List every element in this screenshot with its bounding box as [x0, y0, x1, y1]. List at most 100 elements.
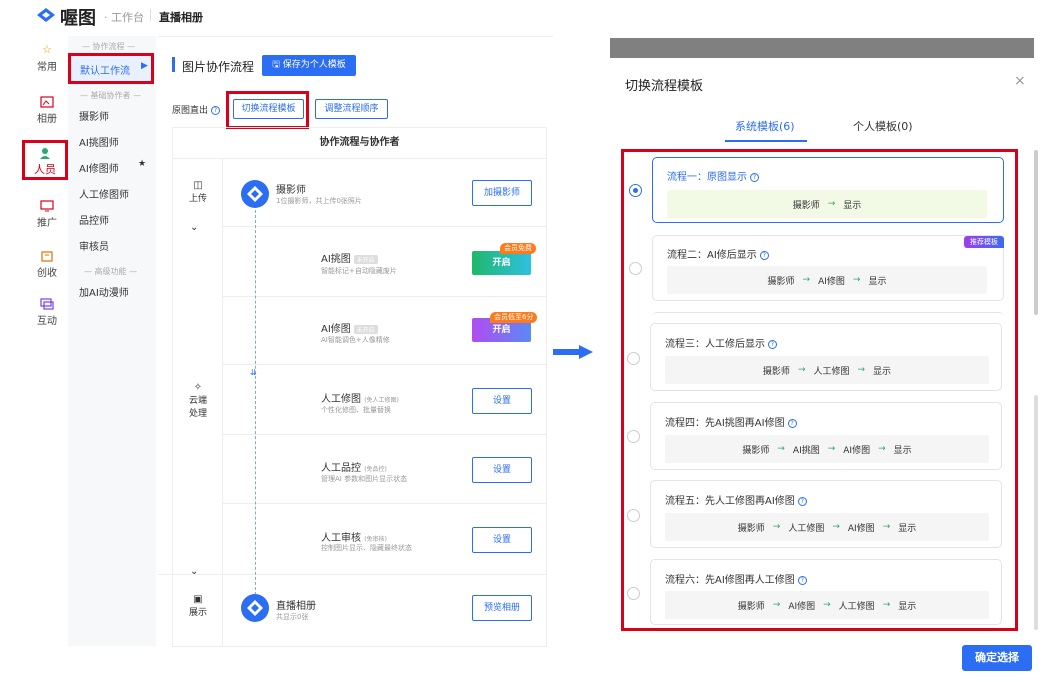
- template-card[interactable]: 流程四：先AI挑图再AI修图? 摄影师 → AI挑图 → AI修图 → 显示: [650, 402, 1002, 470]
- flow-step: AI修图: [818, 276, 845, 287]
- flow-step: 摄影师: [737, 523, 765, 534]
- help-icon[interactable]: ?: [787, 418, 797, 428]
- role-title: 人工修图 (免人工修图): [321, 390, 399, 405]
- flow-step: 摄影师: [742, 445, 770, 456]
- chevrons-down-icon: ⇊: [250, 368, 257, 377]
- help-icon[interactable]: ?: [797, 575, 807, 585]
- preview-album-button[interactable]: 预览相册: [472, 595, 532, 621]
- flow-step: 显示: [843, 200, 862, 211]
- confirm-select-button[interactable]: 确定选择: [962, 645, 1032, 671]
- template-radio[interactable]: [629, 184, 642, 197]
- star-icon: ★: [138, 159, 147, 169]
- template-card[interactable]: 流程三：人工修后显示? 摄影师 → 人工修图 → 显示: [650, 323, 1002, 391]
- close-icon[interactable]: ×: [1014, 73, 1026, 89]
- chevron-down-icon[interactable]: ⌄: [190, 222, 198, 233]
- camera-icon: ◫: [193, 180, 203, 191]
- dialog-top-overlay: [610, 38, 1034, 58]
- template-radio[interactable]: [627, 352, 640, 365]
- people-icon: [40, 148, 50, 159]
- template-card[interactable]: 流程五：先人工修图再AI修图? 摄影师 → 人工修图 → AI修图 → 显示: [650, 480, 1002, 548]
- role-title-text: 人工修图: [321, 394, 361, 405]
- rail-label: 人员: [34, 163, 56, 176]
- flow-step: 显示: [868, 276, 887, 287]
- template-title: 流程三：人工修后显示?: [665, 335, 777, 350]
- template-card[interactable]: 流程二：AI修后显示? 摄影师 → AI修图 → 显示: [652, 235, 1004, 301]
- template-radio[interactable]: [627, 430, 640, 443]
- template-title-text: 流程四：先AI挑图再AI修图: [665, 418, 785, 429]
- role-title: AI挑图 未开启: [321, 250, 378, 265]
- menu-item-qc[interactable]: 品控师: [79, 212, 109, 227]
- template-card[interactable]: 流程六：先AI修图再人工修图? 摄影师 → AI修图 → 人工修图 → 显示: [650, 559, 1002, 625]
- menu-item-manual-retouch[interactable]: 人工修图师: [79, 186, 129, 201]
- flow-connector-line: [255, 210, 256, 600]
- role-title: 摄影师: [276, 185, 306, 196]
- menu-item-ai-anime[interactable]: 加AI动漫师: [79, 284, 129, 299]
- arrow-right-icon: →: [852, 275, 861, 285]
- chevron-down-icon[interactable]: ⌄: [190, 566, 198, 577]
- help-icon[interactable]: ?: [750, 172, 759, 182]
- shop-icon: [41, 251, 53, 262]
- scrollbar[interactable]: [1034, 150, 1038, 315]
- album-icon: [40, 96, 54, 108]
- help-icon[interactable]: ?: [797, 496, 807, 506]
- rail-item-people[interactable]: 人员: [22, 140, 68, 180]
- arrow-right-icon: →: [857, 365, 866, 375]
- help-icon[interactable]: ?: [211, 106, 221, 115]
- help-icon[interactable]: ?: [768, 339, 777, 349]
- flow-step: 人工修图: [813, 366, 850, 377]
- card-peek: [652, 312, 1004, 318]
- rail-item-interact[interactable]: 互动: [26, 298, 68, 327]
- status-badge: 未开启: [353, 254, 378, 264]
- tab-system-templates[interactable]: 系统模板(6): [735, 118, 795, 134]
- template-flow: 摄影师 → 显示: [667, 190, 987, 218]
- template-radio[interactable]: [627, 509, 640, 522]
- member-price-badge: 会员低至6分: [490, 312, 538, 323]
- template-radio[interactable]: [627, 587, 640, 600]
- flow-table-header: 协作流程与协作者: [172, 127, 547, 159]
- template-card[interactable]: 流程一：原图显示? 摄影师 → 显示: [652, 157, 1004, 223]
- arrow-right-icon: →: [797, 365, 806, 375]
- template-title-text: 流程一：原图显示: [667, 172, 747, 183]
- rail-label: 创收: [37, 268, 57, 279]
- save-template-button[interactable]: 🖫 保存为个人模板: [262, 55, 356, 76]
- rail-item-common[interactable]: ☆ 常用: [26, 44, 68, 74]
- role-title: 直播相册: [276, 601, 316, 612]
- menu-item-default-flow[interactable]: 默认工作流 ▶: [68, 53, 154, 84]
- flow-step: 人工修图: [838, 601, 875, 612]
- menu-item-ai-pick[interactable]: AI挑图师: [79, 134, 119, 149]
- workbench-label: · 工作台: [104, 11, 144, 24]
- scrollbar-track[interactable]: [1034, 395, 1038, 630]
- arrow-right-icon: →: [777, 444, 785, 454]
- add-photographer-button[interactable]: 加摄影师: [472, 180, 532, 206]
- flow-step: AI修图: [843, 445, 871, 456]
- audit-settings-button[interactable]: 设置: [472, 527, 532, 553]
- menu-active-label: 默认工作流: [80, 66, 130, 77]
- role-title-text: AI修图: [321, 324, 351, 335]
- switch-template-button[interactable]: 切换流程模板: [233, 99, 304, 119]
- arrow-right-icon: →: [827, 199, 836, 209]
- stage-upload: ◫ 上传: [178, 180, 218, 204]
- help-icon[interactable]: ?: [759, 250, 769, 260]
- menu-item-ai-retouch[interactable]: AI修图师: [79, 160, 119, 175]
- template-flow: 摄影师 → 人工修图 → 显示: [665, 356, 989, 384]
- role-note: (免人工修图): [364, 397, 399, 404]
- rail-item-promote[interactable]: 推广: [26, 200, 68, 229]
- rail-item-income[interactable]: 创收: [26, 250, 68, 279]
- rail-item-album[interactable]: 相册: [26, 96, 68, 125]
- menu-item-auditor[interactable]: 审核员: [79, 238, 109, 253]
- caret-right-icon: ▶: [141, 61, 148, 71]
- manual-retouch-settings-button[interactable]: 设置: [472, 388, 532, 414]
- raw-direct-label: 原图直出?: [172, 103, 221, 116]
- menu-item-photographer[interactable]: 摄影师: [79, 108, 109, 123]
- qc-settings-button[interactable]: 设置: [472, 457, 532, 483]
- stage-cloud-label: 云端处理: [188, 396, 207, 419]
- menu-group-flow: — 协作流程 —: [82, 42, 136, 51]
- adjust-order-button[interactable]: 调整流程顺序: [315, 99, 388, 119]
- tab-personal-templates[interactable]: 个人模板(0): [853, 118, 913, 134]
- rail-label: 常用: [37, 62, 57, 73]
- role-desc: 控制图片显示、隐藏最终状态: [321, 544, 412, 552]
- template-radio[interactable]: [629, 262, 642, 275]
- enable-ai-pick-button[interactable]: 开启: [472, 251, 531, 275]
- logo-text[interactable]: 喔图: [60, 4, 96, 30]
- recommended-badge: 推荐模板: [964, 236, 1004, 248]
